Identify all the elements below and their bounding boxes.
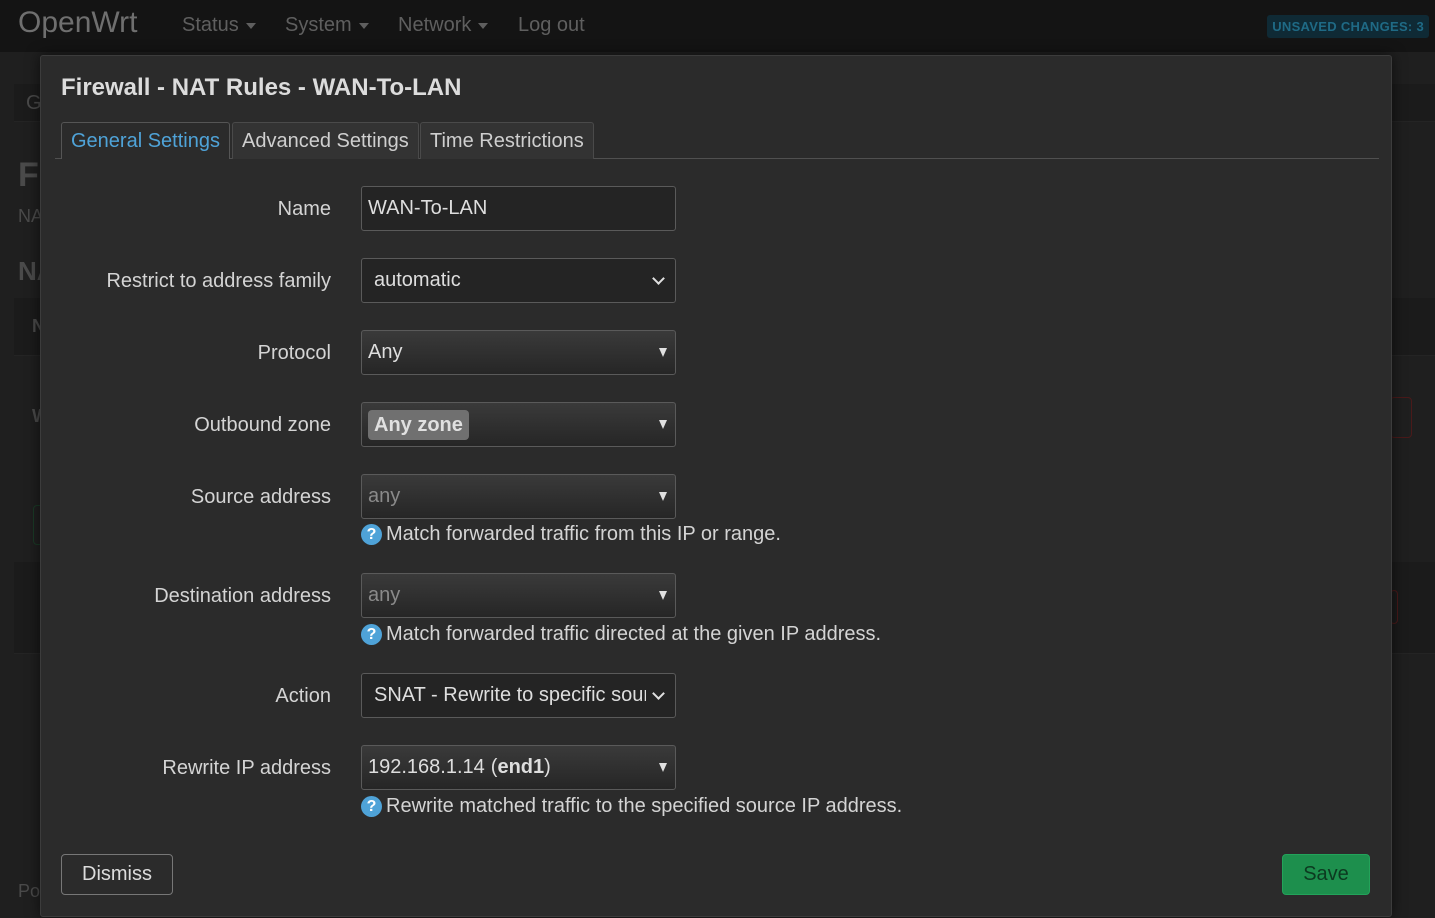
destination-address-label: Destination address <box>154 585 331 607</box>
nav-logout-label: Log out <box>518 14 585 36</box>
dropdown-arrow-icon <box>659 347 667 357</box>
family-select[interactable]: automatic <box>361 258 676 303</box>
destination-address-dropdown[interactable]: any <box>361 573 676 618</box>
chevron-down-icon <box>358 22 369 29</box>
help-icon: ? <box>361 796 382 817</box>
nav-logout[interactable]: Log out <box>518 14 585 37</box>
dropdown-arrow-icon <box>659 590 667 600</box>
chevron-down-icon <box>652 686 665 700</box>
rewrite-ip-help: ? Rewrite matched traffic to the specifi… <box>361 795 902 818</box>
dropdown-arrow-icon <box>659 762 667 772</box>
name-input[interactable]: WAN-To-LAN <box>361 186 676 231</box>
dropdown-arrow-icon <box>659 419 667 429</box>
name-input-value: WAN-To-LAN <box>368 197 488 219</box>
nav-system-label: System <box>285 14 352 36</box>
bg-heading-fragment: F <box>18 156 39 194</box>
chevron-down-icon <box>245 22 256 29</box>
dismiss-button[interactable]: Dismiss <box>61 854 173 895</box>
tab-general-settings[interactable]: General Settings <box>61 122 230 159</box>
action-select[interactable]: SNAT - Rewrite to specific sour <box>361 673 676 718</box>
bg-delete-button <box>1390 397 1412 438</box>
save-button[interactable]: Save <box>1282 854 1370 895</box>
outbound-zone-dropdown[interactable]: Any zone <box>361 402 676 447</box>
modal-title: Firewall - NAT Rules - WAN-To-LAN <box>61 74 462 101</box>
zone-chip: Any zone <box>368 409 469 440</box>
destination-address-help-text: Match forwarded traffic directed at the … <box>386 623 882 645</box>
nav-status-label: Status <box>182 14 239 36</box>
destination-address-help: ? Match forwarded traffic directed at th… <box>361 623 881 646</box>
chevron-down-icon <box>652 271 665 285</box>
nat-rule-modal: Firewall - NAT Rules - WAN-To-LAN Genera… <box>40 55 1392 917</box>
rewrite-ip-dropdown[interactable]: 192.168.1.14 (end1) <box>361 745 676 790</box>
destination-address-placeholder: any <box>368 584 401 606</box>
chevron-down-icon <box>478 22 489 29</box>
tab-advanced-settings[interactable]: Advanced Settings <box>232 122 419 159</box>
rewrite-ip-iface-name: end1 <box>497 756 545 778</box>
protocol-dropdown[interactable]: Any <box>361 330 676 375</box>
protocol-label: Protocol <box>257 342 331 364</box>
rewrite-ip-iface: (end1) <box>490 756 551 778</box>
name-label: Name <box>277 198 331 220</box>
nav-network[interactable]: Network <box>398 14 489 37</box>
family-select-value: automatic <box>374 269 461 291</box>
source-address-dropdown[interactable]: any <box>361 474 676 519</box>
bg-footer-fragment: Po <box>18 881 41 901</box>
rewrite-ip-help-text: Rewrite matched traffic to the specified… <box>386 795 903 817</box>
nav-system[interactable]: System <box>285 14 369 37</box>
tab-bar: General Settings Advanced Settings Time … <box>55 122 1379 159</box>
protocol-dropdown-value: Any <box>368 341 403 363</box>
dropdown-arrow-icon <box>659 491 667 501</box>
nav-status[interactable]: Status <box>182 14 256 37</box>
family-label: Restrict to address family <box>106 270 331 292</box>
nav-network-label: Network <box>398 14 472 36</box>
action-select-value: SNAT - Rewrite to specific sour <box>374 684 646 706</box>
top-navbar: OpenWrt Status System Network Log out UN… <box>0 0 1435 52</box>
source-address-help-text: Match forwarded traffic from this IP or … <box>386 523 781 545</box>
brand-logo[interactable]: OpenWrt <box>18 6 138 40</box>
tab-time-restrictions[interactable]: Time Restrictions <box>420 122 594 159</box>
source-address-placeholder: any <box>368 485 401 507</box>
help-icon: ? <box>361 624 382 645</box>
help-icon: ? <box>361 524 382 545</box>
source-address-label: Source address <box>190 486 331 508</box>
unsaved-changes-badge[interactable]: UNSAVED CHANGES: 3 <box>1267 15 1429 38</box>
rewrite-ip-label: Rewrite IP address <box>162 757 331 779</box>
source-address-help: ? Match forwarded traffic from this IP o… <box>361 523 781 546</box>
rewrite-ip-value: 192.168.1.14 <box>368 756 485 778</box>
outbound-zone-label: Outbound zone <box>194 414 331 436</box>
action-label: Action <box>275 685 331 707</box>
